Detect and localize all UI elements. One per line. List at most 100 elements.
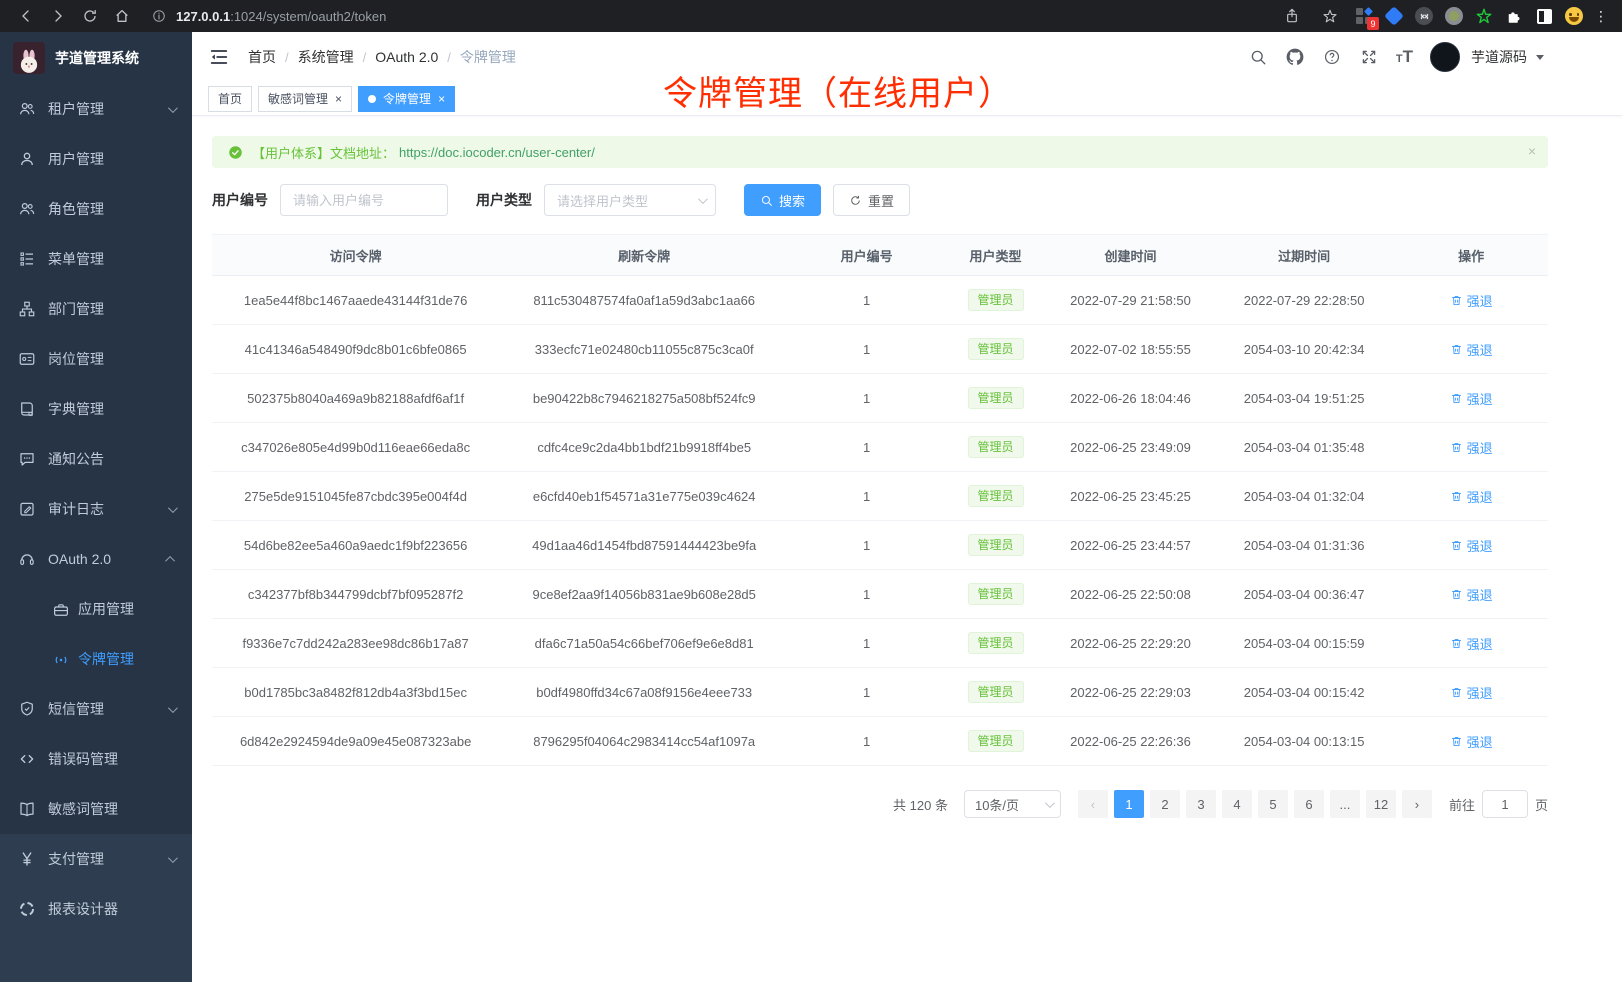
browser-home-icon[interactable] <box>108 4 136 28</box>
extension-split-icon[interactable] <box>1534 6 1554 26</box>
github-icon[interactable] <box>1285 47 1305 67</box>
sidebar-item-errcode[interactable]: 错误码管理 <box>0 734 192 784</box>
user-type-badge: 管理员 <box>968 681 1024 703</box>
cell-expire-time: 2054-03-10 20:42:34 <box>1214 325 1394 373</box>
address-bar[interactable]: 127.0.0.1:1024/system/oauth2/token <box>150 4 1274 28</box>
sidebar-item-pay[interactable]: 支付管理 <box>0 834 192 884</box>
user-name[interactable]: 芋道源码 <box>1471 47 1527 67</box>
browser-forward-icon[interactable] <box>44 4 72 28</box>
force-logout-button[interactable]: 强退 <box>1450 585 1493 604</box>
bookmark-star-icon[interactable] <box>1316 4 1344 28</box>
sidebar-item-notice[interactable]: 通知公告 <box>0 434 192 484</box>
user-type-select[interactable]: 请选择用户类型 <box>544 184 716 216</box>
extension-emoji-icon[interactable] <box>1564 6 1584 26</box>
force-logout-button[interactable]: 强退 <box>1450 291 1493 310</box>
extension-star-icon[interactable] <box>1474 6 1494 26</box>
sidebar-item-tenant[interactable]: 租户管理 <box>0 84 192 134</box>
sidebar-item-label: 角色管理 <box>48 199 104 219</box>
pager-prev-button[interactable]: ‹ <box>1078 790 1108 818</box>
search-button[interactable]: 搜索 <box>744 184 821 216</box>
sidebar-item-role[interactable]: 角色管理 <box>0 184 192 234</box>
font-size-icon[interactable]: TT <box>1396 47 1413 67</box>
sidebar-item-oauth2-app[interactable]: 应用管理 <box>0 584 192 634</box>
cell-user-type: 管理员 <box>944 423 1047 471</box>
cell-user-id: 1 <box>789 717 944 765</box>
sidebar-item-post[interactable]: 岗位管理 <box>0 334 192 384</box>
content: 【用户体系】文档地址： https://doc.iocoder.cn/user-… <box>192 116 1548 818</box>
pager-next-button[interactable]: › <box>1402 790 1432 818</box>
breadcrumb-system[interactable]: 系统管理 <box>298 47 354 67</box>
tab-close-icon[interactable]: × <box>335 93 342 105</box>
avatar[interactable] <box>1430 42 1460 72</box>
reset-button[interactable]: 重置 <box>833 184 910 216</box>
pager-page-2[interactable]: 2 <box>1150 790 1180 818</box>
tab-0[interactable]: 首页 <box>208 86 252 112</box>
goto-page-input[interactable] <box>1482 790 1528 818</box>
browser-reload-icon[interactable] <box>76 4 104 28</box>
extension-puzzle-icon[interactable] <box>1504 6 1524 26</box>
site-info-icon[interactable] <box>150 4 168 28</box>
force-logout-button[interactable]: 强退 <box>1450 683 1493 702</box>
search-icon[interactable] <box>1248 47 1268 67</box>
alert-doc-link[interactable]: https://doc.iocoder.cn/user-center/ <box>399 145 595 160</box>
breadcrumb-home[interactable]: 首页 <box>248 47 276 67</box>
sidebar-item-sms[interactable]: 短信管理 <box>0 684 192 734</box>
chevron-down-icon[interactable] <box>1536 55 1544 60</box>
pager-page-3[interactable]: 3 <box>1186 790 1216 818</box>
tab-1[interactable]: 敏感词管理 × <box>258 86 352 112</box>
sidebar-filler <box>0 934 192 982</box>
cell-user-id: 1 <box>789 276 944 324</box>
sidebar-item-report[interactable]: 报表设计器 <box>0 884 192 934</box>
force-logout-button[interactable]: 强退 <box>1450 340 1493 359</box>
navbar-actions: TT 芋道源码 <box>1248 42 1606 72</box>
sidebar-item-menu[interactable]: 菜单管理 <box>0 234 192 284</box>
pager-page-5[interactable]: 5 <box>1258 790 1288 818</box>
browser-back-icon[interactable] <box>12 4 40 28</box>
user-type-badge: 管理员 <box>968 730 1024 752</box>
sidebar-item-audit[interactable]: 审计日志 <box>0 484 192 534</box>
user-type-badge: 管理员 <box>968 534 1024 556</box>
cell-refresh-token: dfa6c71a50a54c66bef706ef9e6e8d81 <box>499 619 789 667</box>
extension-record-icon[interactable] <box>1444 6 1464 26</box>
user-id-input[interactable] <box>280 184 448 216</box>
force-logout-button[interactable]: 强退 <box>1450 536 1493 555</box>
user-type-label: 用户类型 <box>476 190 532 210</box>
pager-page-12[interactable]: 12 <box>1366 790 1396 818</box>
success-alert: 【用户体系】文档地址： https://doc.iocoder.cn/user-… <box>212 136 1548 168</box>
force-logout-button[interactable]: 强退 <box>1450 732 1493 751</box>
alert-close-icon[interactable]: × <box>1528 144 1536 158</box>
force-logout-button[interactable]: 强退 <box>1450 438 1493 457</box>
user-type-badge: 管理员 <box>968 436 1024 458</box>
pager-ellipsis[interactable]: ... <box>1330 790 1360 818</box>
pager-page-1[interactable]: 1 <box>1114 790 1144 818</box>
cell-refresh-token: 811c530487574fa0af1a59d3abc1aa66 <box>499 276 789 324</box>
sidebar-item-oauth2[interactable]: OAuth 2.0 <box>0 534 192 584</box>
sidebar-item-sensword[interactable]: 敏感词管理 <box>0 784 192 834</box>
help-icon[interactable] <box>1322 47 1342 67</box>
force-logout-button[interactable]: 强退 <box>1450 389 1493 408</box>
tab-close-icon[interactable]: × <box>438 93 445 105</box>
browser-menu-icon[interactable]: ⋮ <box>1594 8 1608 25</box>
force-logout-button[interactable]: 强退 <box>1450 634 1493 653</box>
extension-command-icon[interactable] <box>1414 6 1434 26</box>
fullscreen-icon[interactable] <box>1359 47 1379 67</box>
sidebar-item-oauth2-token[interactable]: 令牌管理 <box>0 634 192 684</box>
pager-page-4[interactable]: 4 <box>1222 790 1252 818</box>
pager-page-6[interactable]: 6 <box>1294 790 1324 818</box>
alert-text: 【用户体系】文档地址： <box>252 143 395 162</box>
table-row: 275e5de9151045fe87cbdc395e004f4d e6cfd40… <box>212 472 1548 521</box>
breadcrumb-oauth2[interactable]: OAuth 2.0 <box>375 49 438 65</box>
extension-gem-icon[interactable] <box>1384 6 1404 26</box>
share-icon[interactable] <box>1278 4 1306 28</box>
sidebar-item-label: 短信管理 <box>48 699 104 719</box>
page-size-select[interactable]: 10条/页 <box>964 790 1061 818</box>
sidebar-item-user[interactable]: 用户管理 <box>0 134 192 184</box>
tab-2[interactable]: 令牌管理 × <box>358 86 455 112</box>
table-row: 54d6be82ee5a460a9aedc1f9bf223656 49d1aa4… <box>212 521 1548 570</box>
sidebar-collapse-icon[interactable] <box>208 46 230 68</box>
extension-grid-icon[interactable]: 9 <box>1354 6 1374 26</box>
force-logout-button[interactable]: 强退 <box>1450 487 1493 506</box>
sidebar-item-dict[interactable]: 字典管理 <box>0 384 192 434</box>
sidebar-item-dept[interactable]: 部门管理 <box>0 284 192 334</box>
chevron-icon <box>168 103 178 113</box>
